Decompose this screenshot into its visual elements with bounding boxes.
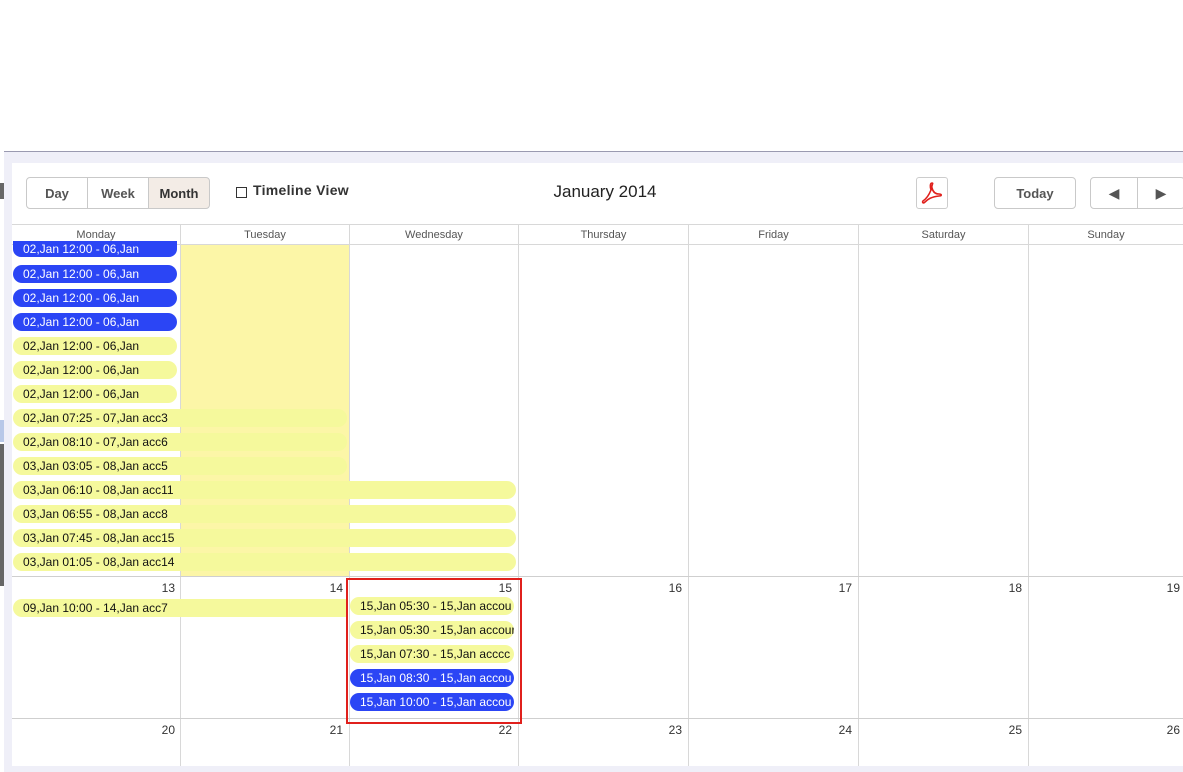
- calendar-event[interactable]: 02,Jan 12:00 - 06,Jan: [13, 289, 177, 307]
- calendar-event[interactable]: 02,Jan 12:00 - 06,Jan: [13, 385, 177, 403]
- day-number[interactable]: 25: [982, 723, 1022, 737]
- calendar-event[interactable]: 03,Jan 03:05 - 08,Jan acc5: [13, 457, 347, 475]
- prev-month-button[interactable]: ◀: [1090, 177, 1138, 209]
- calendar-event[interactable]: 02,Jan 07:25 - 07,Jan acc3: [13, 409, 347, 427]
- grid-line: [1028, 224, 1029, 766]
- calendar-event[interactable]: 03,Jan 01:05 - 08,Jan acc14: [13, 553, 516, 571]
- highlight-box: [346, 578, 522, 724]
- weekday-header-tuesday: Tuesday: [181, 224, 349, 245]
- calendar-event[interactable]: 02,Jan 12:00 - 06,Jan: [13, 337, 177, 355]
- calendar-event[interactable]: 03,Jan 06:10 - 08,Jan acc11: [13, 481, 516, 499]
- calendar-event[interactable]: 02,Jan 08:10 - 07,Jan acc6: [13, 433, 347, 451]
- day-number[interactable]: 19: [1140, 581, 1180, 595]
- calendar-event[interactable]: 02,Jan 12:00 - 06,Jan: [13, 265, 177, 283]
- calendar-event[interactable]: 02,Jan 12:00 - 06,Jan: [13, 241, 177, 257]
- month-view-button[interactable]: Month: [148, 177, 210, 209]
- day-number[interactable]: 23: [642, 723, 682, 737]
- timeline-view-checkbox[interactable]: [236, 187, 247, 198]
- weekday-header-thursday: Thursday: [519, 224, 688, 245]
- grid-line: [688, 224, 689, 766]
- day-number[interactable]: 13: [135, 581, 175, 595]
- weekday-header-friday: Friday: [689, 224, 858, 245]
- day-number[interactable]: 16: [642, 581, 682, 595]
- pdf-export-button[interactable]: [916, 177, 948, 209]
- left-edge-mark: [0, 183, 4, 199]
- day-number[interactable]: 14: [303, 581, 343, 595]
- day-number[interactable]: 22: [472, 723, 512, 737]
- day-number[interactable]: 18: [982, 581, 1022, 595]
- weekday-header-wednesday: Wednesday: [350, 224, 518, 245]
- triangle-left-icon: ◀: [1108, 184, 1120, 201]
- grid-line: [12, 718, 1183, 719]
- left-edge-mark: [0, 444, 4, 574]
- day-number[interactable]: 21: [303, 723, 343, 737]
- grid-line: [12, 576, 1183, 577]
- calendar-event[interactable]: 02,Jan 12:00 - 06,Jan: [13, 313, 177, 331]
- week-view-button[interactable]: Week: [87, 177, 149, 209]
- weekday-header-saturday: Saturday: [859, 224, 1028, 245]
- pdf-icon: [921, 182, 943, 204]
- day-number[interactable]: 17: [812, 581, 852, 595]
- day-number[interactable]: 20: [135, 723, 175, 737]
- calendar-event[interactable]: 03,Jan 07:45 - 08,Jan acc15: [13, 529, 516, 547]
- grid-line: [858, 224, 859, 766]
- today-button[interactable]: Today: [994, 177, 1076, 209]
- weekday-header-sunday: Sunday: [1029, 224, 1183, 245]
- calendar-event[interactable]: 02,Jan 12:00 - 06,Jan: [13, 361, 177, 379]
- left-edge-mark: [0, 420, 4, 442]
- calendar-title: January 2014: [553, 182, 657, 201]
- calendar-event[interactable]: 09,Jan 10:00 - 14,Jan acc7: [13, 599, 346, 617]
- next-month-button[interactable]: ▶: [1137, 177, 1183, 209]
- timeline-view-label[interactable]: Timeline View: [253, 182, 349, 198]
- calendar-event[interactable]: 03,Jan 06:55 - 08,Jan acc8: [13, 505, 516, 523]
- day-number[interactable]: 24: [812, 723, 852, 737]
- day-view-button[interactable]: Day: [26, 177, 88, 209]
- triangle-right-icon: ▶: [1155, 184, 1167, 201]
- day-number[interactable]: 26: [1140, 723, 1180, 737]
- left-edge-mark: [0, 570, 4, 586]
